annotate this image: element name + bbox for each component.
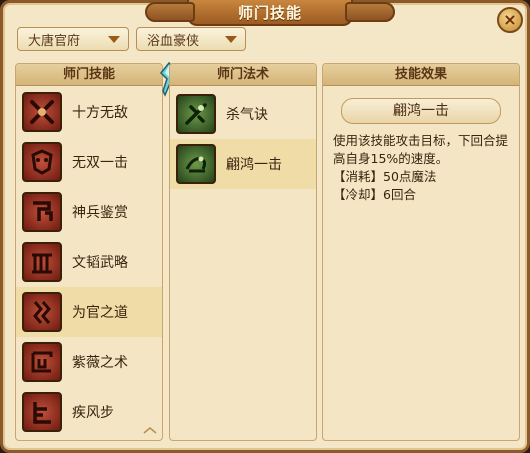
close-button[interactable]: × (497, 7, 523, 33)
school-skills-header: 师门技能 (16, 64, 162, 86)
skill-item-label: 无双一击 (72, 155, 128, 171)
school-spells-header: 师门法术 (170, 64, 316, 86)
skill-item-label: 疾风步 (72, 405, 114, 421)
skill-item-4[interactable]: 为官之道 (16, 287, 162, 337)
title-ornament-right (345, 2, 395, 22)
skill-item-2[interactable]: 神兵鉴赏 (16, 187, 162, 237)
spell-item-label: 杀气诀 (226, 107, 268, 123)
skill-effect-panel: 技能效果 翩鸿一击 使用该技能攻击目标，下回合提高自身15%的速度。 【消耗】5… (322, 63, 520, 441)
skill-item-label: 文韬武略 (72, 255, 128, 271)
school-dropdown-value: 大唐官府 (28, 33, 81, 49)
window-title: 师门技能 (237, 3, 302, 22)
skill-item-label: 十方无敌 (72, 105, 128, 121)
chevron-down-icon (225, 36, 237, 43)
gate-icon (22, 242, 62, 282)
sword-aura-icon (176, 94, 216, 134)
skill-effect-header: 技能效果 (323, 64, 519, 86)
official-seal-icon (22, 292, 62, 332)
school-dropdown[interactable]: 大唐官府 (17, 27, 129, 51)
skill-item-5[interactable]: 紫薇之术 (16, 337, 162, 387)
chevron-down-icon (108, 36, 120, 43)
crossed-swords-icon (22, 92, 62, 132)
effect-cooldown: 【冷却】6回合 (333, 187, 416, 202)
skill-item-3[interactable]: 文韬武略 (16, 237, 162, 287)
close-icon: × (503, 10, 517, 29)
skill-item-label: 神兵鉴赏 (72, 205, 128, 221)
scroll-corner-icon[interactable] (142, 420, 158, 434)
rune-icon (22, 342, 62, 382)
spell-item-1[interactable]: 翩鸿一击 (170, 139, 316, 189)
effect-skill-name: 翩鸿一击 (341, 98, 501, 124)
step-icon (22, 392, 62, 432)
school-skills-list: 十方无敌 无双一击 神兵鉴赏 文韬武略 为官之道 紫薇之术 疾风步 (16, 86, 162, 437)
skill-item-0[interactable]: 十方无敌 (16, 87, 162, 137)
category-dropdown-value: 浴血豪侠 (147, 33, 200, 49)
skill-item-label: 为官之道 (72, 305, 128, 321)
title-ornament-left (145, 2, 195, 22)
school-skills-panel: 师门技能 十方无敌 无双一击 神兵鉴赏 文韬武略 为官之道 紫薇之术 疾风步 (15, 63, 163, 441)
effect-description: 使用该技能攻击目标，下回合提高自身15%的速度。 (333, 133, 509, 166)
skill-item-6[interactable]: 疾风步 (16, 387, 162, 437)
spell-item-label: 翩鸿一击 (226, 157, 282, 173)
weapon-rack-icon (22, 192, 62, 232)
swan-strike-icon (176, 144, 216, 184)
spell-item-0[interactable]: 杀气诀 (170, 89, 316, 139)
skill-item-label: 紫薇之术 (72, 355, 128, 371)
skills-window: 师门技能 × 大唐官府 浴血豪侠 师门技能 十方无敌 无双一击 神兵鉴赏 文韬武… (0, 0, 530, 453)
title-bar: 师门技能 (145, 0, 395, 26)
school-spells-panel: 师门法术 杀气诀 翩鸿一击 (169, 63, 317, 441)
school-spells-list: 杀气诀 翩鸿一击 (170, 86, 316, 189)
category-dropdown[interactable]: 浴血豪侠 (136, 27, 246, 51)
demon-mask-icon (22, 142, 62, 182)
skill-item-1[interactable]: 无双一击 (16, 137, 162, 187)
effect-cost: 【消耗】50点魔法 (333, 169, 437, 184)
